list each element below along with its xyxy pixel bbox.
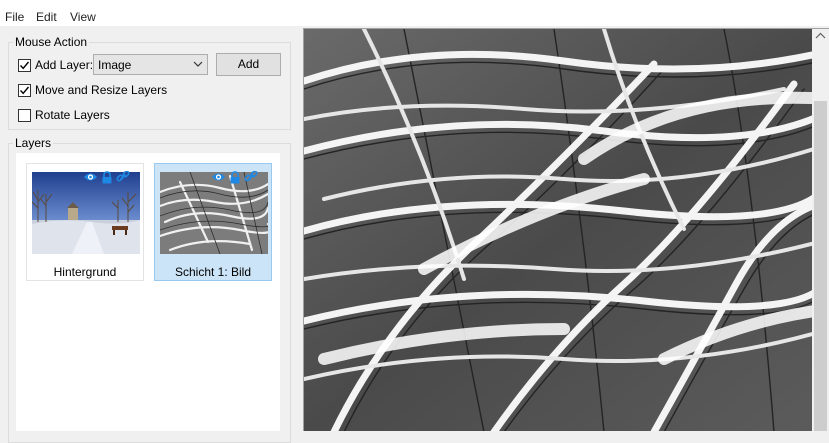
- menu-bar: File Edit View: [0, 0, 829, 26]
- lock-icon[interactable]: [101, 171, 113, 184]
- menu-file[interactable]: File: [5, 10, 24, 24]
- layer-icons: [83, 171, 130, 184]
- layer-label: Schicht 1: Bild: [174, 265, 252, 279]
- layer-thumbnail: [32, 172, 140, 254]
- lock-icon[interactable]: [229, 171, 241, 184]
- mouse-action-title: Mouse Action: [13, 35, 90, 49]
- layers-title: Layers: [13, 136, 54, 150]
- layer-thumbnail: [160, 172, 268, 254]
- add-layer-label: Add Layer:: [35, 58, 94, 72]
- checkmark-icon: [19, 61, 30, 69]
- move-resize-label: Move and Resize Layers: [35, 83, 168, 97]
- rotate-label: Rotate Layers: [35, 108, 110, 122]
- menu-edit[interactable]: Edit: [36, 10, 57, 24]
- rotate-row: Rotate Layers: [18, 107, 110, 123]
- move-resize-row: Move and Resize Layers: [18, 82, 167, 98]
- add-layer-row: Add Layer:: [18, 57, 93, 73]
- add-layer-checkbox[interactable]: [18, 58, 31, 72]
- menu-view[interactable]: View: [70, 10, 96, 24]
- layers-list: Hintergrund Schicht 1: Bild: [16, 153, 280, 431]
- eye-icon[interactable]: [211, 171, 226, 183]
- layer-type-select[interactable]: Image: [93, 54, 208, 75]
- rotate-checkbox[interactable]: [18, 108, 31, 122]
- link-icon[interactable]: [116, 171, 130, 184]
- layer-card-hintergrund[interactable]: Hintergrund: [26, 163, 144, 281]
- chevron-down-icon: [193, 61, 203, 67]
- layer-card-schicht-1[interactable]: Schicht 1: Bild: [154, 163, 272, 281]
- chevron-up-icon[interactable]: [812, 29, 829, 43]
- add-button[interactable]: Add: [216, 53, 281, 76]
- layer-icons: [211, 171, 258, 184]
- link-icon[interactable]: [244, 171, 258, 184]
- image-canvas[interactable]: [303, 28, 829, 431]
- snowy-branches-image: [304, 29, 829, 431]
- layer-label: Hintergrund: [53, 265, 117, 279]
- eye-icon[interactable]: [83, 171, 98, 183]
- scrollbar-thumb[interactable]: [814, 101, 827, 431]
- move-resize-checkbox[interactable]: [18, 83, 31, 97]
- layer-type-value: Image: [98, 58, 132, 72]
- checkmark-icon: [19, 86, 30, 94]
- canvas-vertical-scrollbar[interactable]: [812, 29, 829, 431]
